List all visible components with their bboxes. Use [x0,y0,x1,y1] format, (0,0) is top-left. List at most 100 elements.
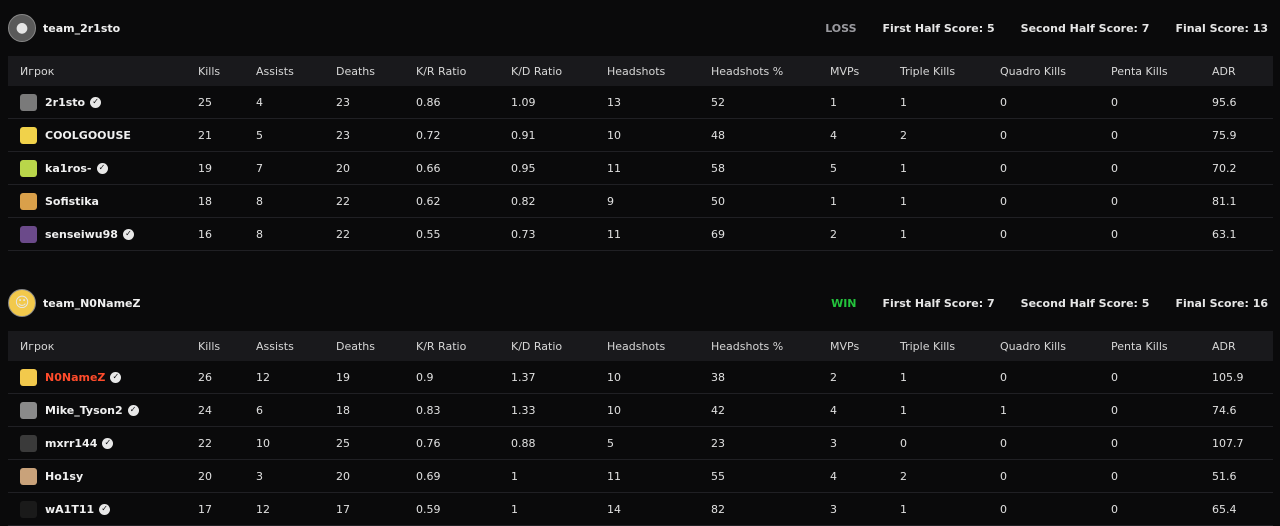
player-info: mxrr144 ✓ [20,434,186,452]
stat-cell: 0.9 [404,361,499,394]
column-header[interactable]: MVPs [818,56,888,86]
player-avatar[interactable] [20,467,37,485]
stat-cell: 1 [888,393,988,427]
column-header[interactable]: Assists [244,331,324,361]
stat-cell: 0 [888,426,988,460]
stat-cell: 0 [1099,118,1200,152]
player-avatar[interactable] [20,192,37,210]
column-header[interactable]: Игрок [8,331,186,361]
player-avatar[interactable] [20,401,37,419]
team-section: ☺ team_N0NameZ WIN First Half Score: 7 Secon… [0,275,1280,526]
stat-cell: 5 [244,118,324,152]
column-header[interactable]: Triple Kills [888,56,988,86]
player-name-link[interactable]: Ho1sy [45,470,83,483]
stat-cell: 5 [595,426,699,460]
player-name-link[interactable]: COOLGOOUSE [45,129,131,142]
player-avatar[interactable] [20,126,37,144]
player-cell: Sofistika [8,184,186,218]
player-name-link[interactable]: mxrr144 [45,437,97,450]
team-name[interactable]: team_N0NameZ [43,297,141,310]
stat-cell: 6 [244,393,324,427]
column-header[interactable]: K/R Ratio [404,331,499,361]
player-avatar[interactable] [20,159,37,177]
stat-cell: 18 [324,393,404,427]
team-score-summary: WIN First Half Score: 7 Second Half Score:… [805,275,1268,331]
player-name-link[interactable]: ka1ros- [45,162,92,175]
stat-cell: 0 [1099,459,1200,493]
player-avatar[interactable] [20,93,37,111]
column-header[interactable]: Deaths [324,331,404,361]
player-cell: N0NameZ ✓ [8,361,186,394]
column-header[interactable]: Kills [186,56,244,86]
player-info: ka1ros- ✓ [20,159,186,177]
stat-cell: 51.6 [1200,459,1273,493]
nerd-face-icon[interactable]: ☺ [8,289,36,317]
stat-cell: 21 [186,118,244,152]
stat-cell: 1 [888,361,988,394]
column-header[interactable]: Headshots % [699,331,818,361]
stat-cell: 0 [988,118,1099,152]
column-header[interactable]: Penta Kills [1099,56,1200,86]
final-score: Final Score: 16 [1175,296,1268,310]
stat-cell: 58 [699,151,818,185]
player-name-link[interactable]: Mike_Tyson2 [45,404,123,417]
stat-cell: 20 [324,459,404,493]
player-name-link[interactable]: 2r1sto [45,96,85,109]
column-header[interactable]: Triple Kills [888,331,988,361]
column-header[interactable]: Kills [186,331,244,361]
stat-cell: 1 [888,151,988,185]
column-header[interactable]: Quadro Kills [988,56,1099,86]
column-header[interactable]: K/R Ratio [404,56,499,86]
player-avatar[interactable] [20,434,37,452]
stat-cell: 20 [324,151,404,185]
column-header[interactable]: MVPs [818,331,888,361]
stat-cell: 0 [1099,426,1200,460]
stat-cell: 1 [888,217,988,251]
column-header[interactable]: Penta Kills [1099,331,1200,361]
column-header[interactable]: Игрок [8,56,186,86]
team-name[interactable]: team_2r1sto [43,22,120,35]
player-avatar[interactable] [20,225,37,243]
player-cell: senseiwu98 ✓ [8,217,186,251]
stat-cell: 0 [988,426,1099,460]
column-header[interactable]: ADR [1200,331,1273,361]
player-avatar[interactable] [20,368,37,386]
column-header[interactable]: Deaths [324,56,404,86]
second-half-score: Second Half Score: 5 [1020,296,1150,310]
stat-cell: 0 [1099,393,1200,427]
player-name-link[interactable]: N0NameZ [45,371,105,384]
player-avatar[interactable] [20,500,37,518]
stat-cell: 55 [699,459,818,493]
table-row: Sofistika 18 8 22 0.62 0.82 9 50 1 1 0 0 81.1 [8,184,1273,218]
column-header[interactable]: K/D Ratio [499,56,595,86]
column-header[interactable]: Headshots [595,56,699,86]
table-row: wA1T11 ✓ 17 12 17 0.59 1 14 82 3 1 0 0 65.4 [8,492,1273,526]
second-half-score: Second Half Score: 7 [1020,21,1150,35]
stat-cell: 19 [324,361,404,394]
stat-cell: 0 [1099,151,1200,185]
stat-cell: 1.09 [499,86,595,119]
player-name-link[interactable]: senseiwu98 [45,228,118,241]
column-header[interactable]: Quadro Kills [988,331,1099,361]
table-row: mxrr144 ✓ 22 10 25 0.76 0.88 5 23 3 0 0 0 107.7 [8,426,1273,460]
stat-cell: 0 [988,151,1099,185]
column-header[interactable]: Headshots % [699,56,818,86]
player-name-link[interactable]: Sofistika [45,195,99,208]
stat-cell: 11 [595,151,699,185]
column-header[interactable]: ADR [1200,56,1273,86]
table-row: Mike_Tyson2 ✓ 24 6 18 0.83 1.33 10 42 4 1 1 0 74.6 [8,393,1273,427]
verified-check-icon: ✓ [122,228,134,240]
stat-cell: 19 [186,151,244,185]
stat-cell: 42 [699,393,818,427]
stat-cell: 0.62 [404,184,499,218]
person-photo-icon[interactable]: ● [8,14,36,42]
column-header[interactable]: Headshots [595,331,699,361]
player-name-link[interactable]: wA1T11 [45,503,94,516]
stat-cell: 23 [324,86,404,119]
column-header[interactable]: K/D Ratio [499,331,595,361]
stat-cell: 0 [1099,361,1200,394]
stat-cell: 74.6 [1200,393,1273,427]
stat-cell: 0.86 [404,86,499,119]
column-header[interactable]: Assists [244,56,324,86]
stat-cell: 22 [186,426,244,460]
